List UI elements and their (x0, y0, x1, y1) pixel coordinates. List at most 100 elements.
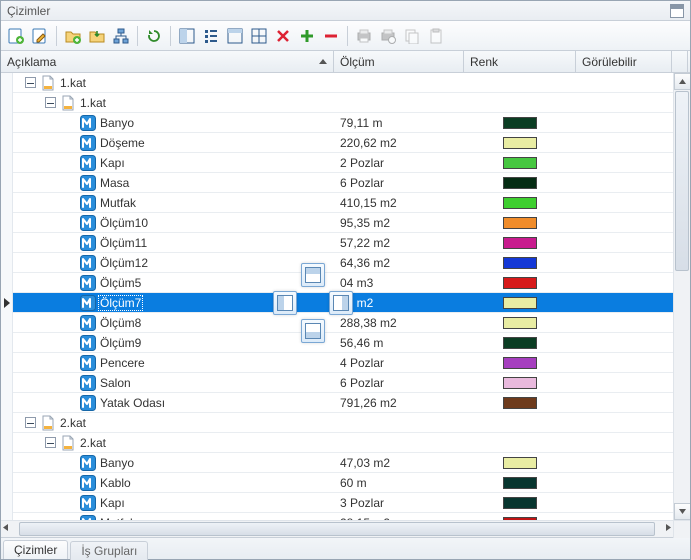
view-list-button[interactable] (200, 25, 222, 47)
row-color-cell[interactable] (464, 433, 576, 452)
expand-toggle[interactable] (25, 417, 36, 428)
measurement-row[interactable]: Kapı2 Pozlar (13, 153, 673, 173)
row-color-cell[interactable] (464, 73, 576, 92)
view-tile-button[interactable] (176, 25, 198, 47)
open-folder-button[interactable] (62, 25, 84, 47)
measurement-row[interactable]: Kapı3 Pozlar (13, 493, 673, 513)
measurement-row[interactable]: Ölçüm725 m2 (13, 293, 673, 313)
measurement-row[interactable]: Yatak Odası791,26 m2 (13, 393, 673, 413)
row-visible-cell[interactable] (576, 233, 673, 252)
group-row[interactable]: 1.kat (13, 93, 673, 113)
row-visible-cell[interactable] (576, 133, 673, 152)
edit-drawing-button[interactable] (29, 25, 51, 47)
row-color-cell[interactable] (464, 173, 576, 192)
scroll-right-button[interactable] (664, 521, 673, 535)
row-visible-cell[interactable] (576, 193, 673, 212)
row-visible-cell[interactable] (576, 213, 673, 232)
column-header-measurement[interactable]: Ölçüm (334, 51, 464, 72)
expand-toggle[interactable] (45, 97, 56, 108)
print-preview-button[interactable] (377, 25, 399, 47)
scroll-down-button[interactable] (674, 503, 690, 520)
vertical-scroll-thumb[interactable] (675, 91, 689, 271)
row-visible-cell[interactable] (576, 373, 673, 392)
column-header-visible[interactable]: Görülebilir (576, 51, 671, 72)
group-row[interactable]: 2.kat (13, 413, 673, 433)
copy-button[interactable] (401, 25, 423, 47)
measurement-row[interactable]: Ölçüm8288,38 m2 (13, 313, 673, 333)
row-visible-cell[interactable] (576, 513, 673, 520)
row-color-cell[interactable] (464, 513, 576, 520)
tab-cizimler[interactable]: Çizimler (3, 540, 68, 559)
row-color-cell[interactable] (464, 113, 576, 132)
new-drawing-button[interactable] (5, 25, 27, 47)
row-visible-cell[interactable] (576, 453, 673, 472)
panel-titlebar[interactable]: Çizimler (1, 1, 690, 21)
horizontal-scrollbar[interactable] (1, 520, 690, 537)
expand-toggle[interactable] (25, 77, 36, 88)
measurement-row[interactable]: Ölçüm1095,35 m2 (13, 213, 673, 233)
measurement-row[interactable]: Salon6 Pozlar (13, 373, 673, 393)
measurement-row[interactable]: Ölçüm1157,22 m2 (13, 233, 673, 253)
row-color-cell[interactable] (464, 213, 576, 232)
refresh-button[interactable] (143, 25, 165, 47)
vertical-scrollbar[interactable] (673, 73, 690, 520)
view-grid-button[interactable] (248, 25, 270, 47)
paste-button[interactable] (425, 25, 447, 47)
row-color-cell[interactable] (464, 133, 576, 152)
row-visible-cell[interactable] (576, 93, 673, 112)
delete-button[interactable] (272, 25, 294, 47)
horizontal-scroll-thumb[interactable] (19, 522, 655, 536)
row-visible-cell[interactable] (576, 73, 673, 92)
row-color-cell[interactable] (464, 473, 576, 492)
column-header-description[interactable]: Açıklama (1, 51, 334, 72)
tab-isgruplari[interactable]: İş Grupları (70, 541, 148, 560)
row-visible-cell[interactable] (576, 273, 673, 292)
add-button[interactable] (296, 25, 318, 47)
row-visible-cell[interactable] (576, 293, 673, 312)
scroll-up-button[interactable] (674, 73, 690, 90)
row-visible-cell[interactable] (576, 413, 673, 432)
row-color-cell[interactable] (464, 393, 576, 412)
row-color-cell[interactable] (464, 193, 576, 212)
row-visible-cell[interactable] (576, 173, 673, 192)
measurement-row[interactable]: Banyo47,03 m2 (13, 453, 673, 473)
row-color-cell[interactable] (464, 233, 576, 252)
row-visible-cell[interactable] (576, 153, 673, 172)
row-visible-cell[interactable] (576, 493, 673, 512)
expand-toggle[interactable] (45, 437, 56, 448)
row-visible-cell[interactable] (576, 313, 673, 332)
row-visible-cell[interactable] (576, 433, 673, 452)
measurement-row[interactable]: Masa6 Pozlar (13, 173, 673, 193)
remove-button[interactable] (320, 25, 342, 47)
row-color-cell[interactable] (464, 153, 576, 172)
structure-button[interactable] (110, 25, 132, 47)
group-row[interactable]: 2.kat (13, 433, 673, 453)
row-color-cell[interactable] (464, 353, 576, 372)
restore-window-icon[interactable] (670, 4, 684, 18)
row-color-cell[interactable] (464, 93, 576, 112)
scroll-left-button[interactable] (1, 521, 10, 535)
view-detail-button[interactable] (224, 25, 246, 47)
measurement-row[interactable]: Döşeme220,62 m2 (13, 133, 673, 153)
row-color-cell[interactable] (464, 293, 576, 312)
row-visible-cell[interactable] (576, 253, 673, 272)
measurement-row[interactable]: Mutfak28,15 m2 (13, 513, 673, 520)
row-color-cell[interactable] (464, 313, 576, 332)
row-visible-cell[interactable] (576, 113, 673, 132)
print-button[interactable] (353, 25, 375, 47)
measurement-row[interactable]: Mutfak410,15 m2 (13, 193, 673, 213)
column-header-color[interactable]: Renk (464, 51, 576, 72)
row-color-cell[interactable] (464, 453, 576, 472)
row-visible-cell[interactable] (576, 333, 673, 352)
group-row[interactable]: 1.kat (13, 73, 673, 93)
measurement-row[interactable]: Ölçüm504 m3 (13, 273, 673, 293)
row-visible-cell[interactable] (576, 473, 673, 492)
measurement-row[interactable]: Banyo79,11 m (13, 113, 673, 133)
row-color-cell[interactable] (464, 413, 576, 432)
row-color-cell[interactable] (464, 273, 576, 292)
measurement-row[interactable]: Kablo60 m (13, 473, 673, 493)
measurement-row[interactable]: Ölçüm1264,36 m2 (13, 253, 673, 273)
import-folder-button[interactable] (86, 25, 108, 47)
row-color-cell[interactable] (464, 253, 576, 272)
measurement-row[interactable]: Ölçüm956,46 m (13, 333, 673, 353)
